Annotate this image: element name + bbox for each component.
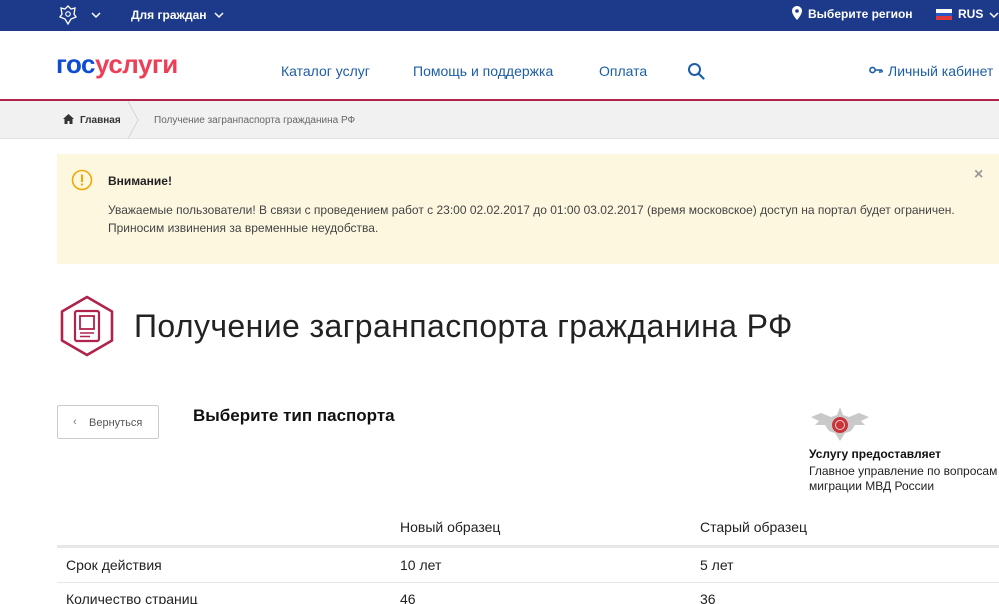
column-header-new[interactable]: Новый образец xyxy=(400,519,500,535)
table-row-label: Количество страниц xyxy=(66,591,198,604)
table-row-label: Срок действия xyxy=(66,557,162,573)
nav-catalog[interactable]: Каталог услуг xyxy=(281,63,370,79)
column-header-old[interactable]: Старый образец xyxy=(700,519,807,535)
language-selector[interactable]: RUS xyxy=(958,7,983,21)
maintenance-alert: Внимание! Уважаемые пользователи! В связ… xyxy=(57,154,999,264)
table-cell: 5 лет xyxy=(700,557,734,573)
table-cell: 36 xyxy=(700,591,716,604)
nav-help[interactable]: Помощь и поддержка xyxy=(413,63,553,79)
search-icon[interactable] xyxy=(687,62,705,80)
table-cell: 10 лет xyxy=(400,557,442,573)
passport-icon xyxy=(60,295,114,357)
provider-name[interactable]: Главное управление по вопросам миграции … xyxy=(809,464,999,494)
chevron-down-icon[interactable] xyxy=(988,9,999,21)
breadcrumb-current: Получение загранпаспорта гражданина РФ xyxy=(154,115,356,126)
table-divider xyxy=(57,582,999,583)
key-icon xyxy=(869,66,883,74)
back-button-label: Вернуться xyxy=(89,417,143,429)
home-icon[interactable] xyxy=(63,114,74,124)
chevron-left-icon: ‹ xyxy=(73,416,77,428)
breadcrumb: Главная Получение загранпаспорта граждан… xyxy=(0,101,999,139)
back-button[interactable]: ‹ Вернуться xyxy=(57,405,159,439)
breadcrumb-separator xyxy=(127,101,139,139)
close-icon[interactable]: × xyxy=(974,166,983,184)
russian-flag-icon xyxy=(936,9,952,20)
alert-title: Внимание! xyxy=(108,174,172,188)
provider-label: Услугу предоставляет xyxy=(809,447,942,461)
warning-icon xyxy=(71,169,93,191)
site-header: госуслуги Каталог услуг Помощь и поддерж… xyxy=(0,31,999,101)
breadcrumb-home[interactable]: Главная xyxy=(80,115,121,126)
coat-of-arms-icon[interactable] xyxy=(56,3,80,27)
top-bar: Для граждан Выберите регион RUS xyxy=(0,0,999,31)
location-pin-icon xyxy=(792,6,802,20)
page-title: Получение загранпаспорта гражданина РФ xyxy=(134,308,793,344)
chevron-down-icon[interactable] xyxy=(213,9,225,21)
nav-payment[interactable]: Оплата xyxy=(599,63,647,79)
region-selector[interactable]: Выберите регион xyxy=(808,7,913,21)
section-heading: Выберите тип паспорта xyxy=(193,406,395,425)
mvd-emblem-icon xyxy=(811,407,869,441)
alert-text: Уважаемые пользователи! В связи с провед… xyxy=(108,203,955,235)
personal-cabinet-link[interactable]: Личный кабинет xyxy=(888,63,993,79)
table-cell: 46 xyxy=(400,591,416,604)
citizens-menu[interactable]: Для граждан xyxy=(131,8,207,22)
chevron-down-icon[interactable] xyxy=(90,9,102,21)
table-divider xyxy=(57,545,999,548)
gosuslugi-logo[interactable]: госуслуги xyxy=(56,49,178,80)
